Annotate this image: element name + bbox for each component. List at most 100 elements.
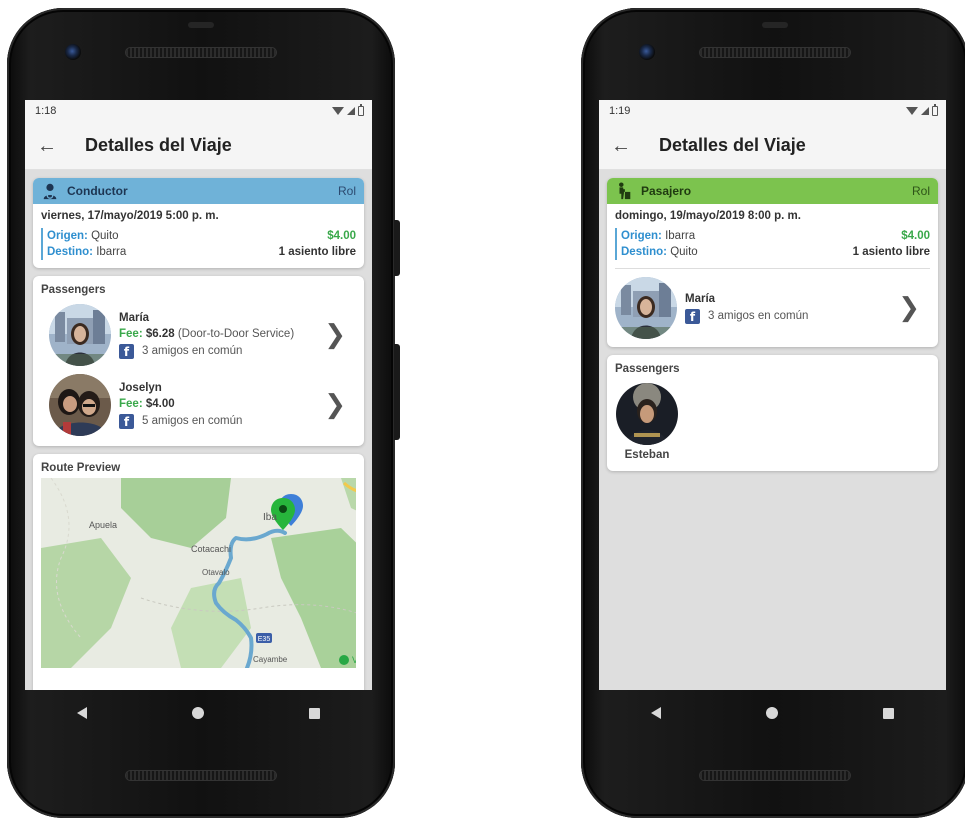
content: Pasajero Rol domingo, 19/mayo/2019 8:00 … [599, 170, 946, 487]
passenger-fee: Fee: $6.28 (Door-to-Door Service) [119, 328, 324, 340]
destination-value: Quito [670, 246, 698, 258]
fee-label: Fee: [119, 327, 143, 340]
driver-info: María f 3 amigos en común [685, 293, 898, 324]
role-caption: Rol [337, 184, 356, 198]
avatar [616, 383, 678, 445]
front-camera-icon [65, 44, 81, 60]
passengers-card: Passengers Esteban [607, 355, 938, 471]
passengers-title: Passengers [615, 363, 680, 375]
origin-row: Origen: Quito $4.00 [47, 228, 356, 244]
volume-button [394, 344, 400, 440]
avatar [49, 374, 111, 436]
earpiece [762, 22, 788, 28]
page-title: Detalles del Viaje [659, 135, 806, 155]
status-bar: 1:18 [25, 100, 372, 122]
nav-recents-icon[interactable] [308, 707, 320, 719]
phone-device-2: 1:19 ← Detalles del Viaje Pasajero Rol d… [581, 8, 965, 818]
map-label-ibarra: Iba [263, 512, 277, 523]
passengers-title: Passengers [41, 284, 106, 296]
nav-recents-icon[interactable] [882, 707, 894, 719]
driver-icon [43, 183, 57, 200]
mutual-friends: f 3 amigos en común [119, 343, 324, 359]
passenger-info: María Fee: $6.28 (Door-to-Door Service) … [119, 312, 324, 359]
passenger-name: Esteban [624, 449, 670, 461]
status-icons [906, 104, 938, 116]
chevron-right-icon[interactable]: ❯ [898, 295, 930, 321]
map-label-cayambe: Cayambe [253, 655, 288, 664]
fee-value: $4.00 [145, 397, 175, 410]
avatar [49, 304, 111, 366]
chevron-right-icon[interactable]: ❯ [324, 392, 356, 418]
passenger-name: María [119, 311, 150, 324]
trip-date: viernes, 17/mayo/2019 5:00 p. m. [41, 210, 219, 222]
trip-price: $4.00 [901, 230, 930, 242]
seats-available: 1 asiento libre [278, 246, 356, 258]
trip-rows: Origen: Quito $4.00 Destino: Ibarra 1 as… [41, 228, 356, 260]
facebook-icon: f [119, 343, 134, 359]
passenger-row[interactable]: María Fee: $6.28 (Door-to-Door Service) … [33, 300, 364, 370]
battery-icon [932, 104, 938, 116]
destination-value: Ibarra [96, 246, 127, 258]
status-bar: 1:19 [599, 100, 946, 122]
app-bar: ← Detalles del Viaje [599, 122, 946, 170]
origin-value: Quito [91, 230, 119, 242]
mutual-friends-text: 5 amigos en común [142, 415, 243, 427]
passengers-card: Passengers María Fee: $6.28 (Door-to-Doo… [33, 276, 364, 446]
passenger-info: Joselyn Fee: $4.00 f 5 amigos en común [119, 382, 324, 429]
page-title: Detalles del Viaje [85, 135, 232, 155]
role-caption: Rol [911, 184, 930, 198]
phone-device-1: 1:18 ← Detalles del Viaje Conductor Rol … [7, 8, 400, 818]
poi-icon [339, 655, 349, 665]
nav-home-icon[interactable] [765, 707, 778, 719]
nav-back-icon[interactable] [77, 707, 88, 719]
nav-home-icon[interactable] [191, 707, 204, 719]
trip-rows: Origen: Ibarra $4.00 Destino: Quito 1 as… [615, 228, 930, 260]
route-preview-title: Route Preview [41, 462, 121, 474]
destination-row: Destino: Quito 1 asiento libre [621, 244, 930, 260]
signal-icon [347, 107, 355, 115]
app-bar: ← Detalles del Viaje [25, 122, 372, 170]
mutual-friends: f 5 amigos en común [119, 413, 324, 429]
passenger-name: Joselyn [119, 381, 162, 394]
destination-label: Destino: [47, 246, 93, 258]
seats-available: 1 asiento libre [852, 246, 930, 258]
destination-row: Destino: Ibarra 1 asiento libre [47, 244, 356, 260]
power-button [394, 220, 400, 276]
trip-card: Pasajero Rol domingo, 19/mayo/2019 8:00 … [607, 178, 938, 347]
trip-info: viernes, 17/mayo/2019 5:00 p. m. Origen:… [33, 204, 364, 268]
status-icons [332, 104, 364, 116]
role-bar: Conductor Rol [33, 178, 364, 204]
screen: 1:19 ← Detalles del Viaje Pasajero Rol d… [599, 100, 946, 690]
signal-icon [921, 107, 929, 115]
facebook-icon: f [685, 308, 700, 324]
trip-price: $4.00 [327, 230, 356, 242]
trip-info: domingo, 19/mayo/2019 8:00 p. m. Origen:… [607, 204, 938, 268]
map-label-apuela: Apuela [89, 520, 117, 530]
avatar [615, 277, 677, 339]
chevron-right-icon[interactable]: ❯ [324, 322, 356, 348]
driver-name: María [685, 292, 716, 305]
top-speaker [700, 48, 850, 57]
arrow-left-icon[interactable]: ← [611, 136, 637, 156]
driver-row[interactable]: María f 3 amigos en común ❯ [607, 269, 938, 347]
front-camera-icon [639, 44, 655, 60]
screen: 1:18 ← Detalles del Viaje Conductor Rol … [25, 100, 372, 690]
mutual-friends-text: 3 amigos en común [142, 345, 243, 357]
route-map[interactable]: E35 Apuela Cotacachi Otavalo Iba Cayambe… [41, 478, 356, 668]
nav-back-icon[interactable] [651, 707, 662, 719]
mutual-friends-text: 3 amigos en común [708, 310, 809, 322]
wifi-icon [906, 107, 918, 115]
earpiece [188, 22, 214, 28]
arrow-left-icon[interactable]: ← [37, 136, 63, 156]
destination-label: Destino: [621, 246, 667, 258]
passenger-row[interactable]: Joselyn Fee: $4.00 f 5 amigos en común ❯ [33, 370, 364, 446]
map-label-otavalo: Otavalo [202, 568, 230, 577]
facebook-icon: f [119, 413, 134, 429]
passenger-item[interactable]: Esteban [607, 379, 687, 471]
map-label-cotacachi: Cotacachi [191, 544, 231, 554]
bottom-speaker [126, 771, 276, 780]
top-speaker [126, 48, 276, 57]
origin-label: Origen: [621, 230, 662, 242]
status-time: 1:18 [35, 105, 57, 117]
origin-value: Ibarra [665, 230, 696, 242]
